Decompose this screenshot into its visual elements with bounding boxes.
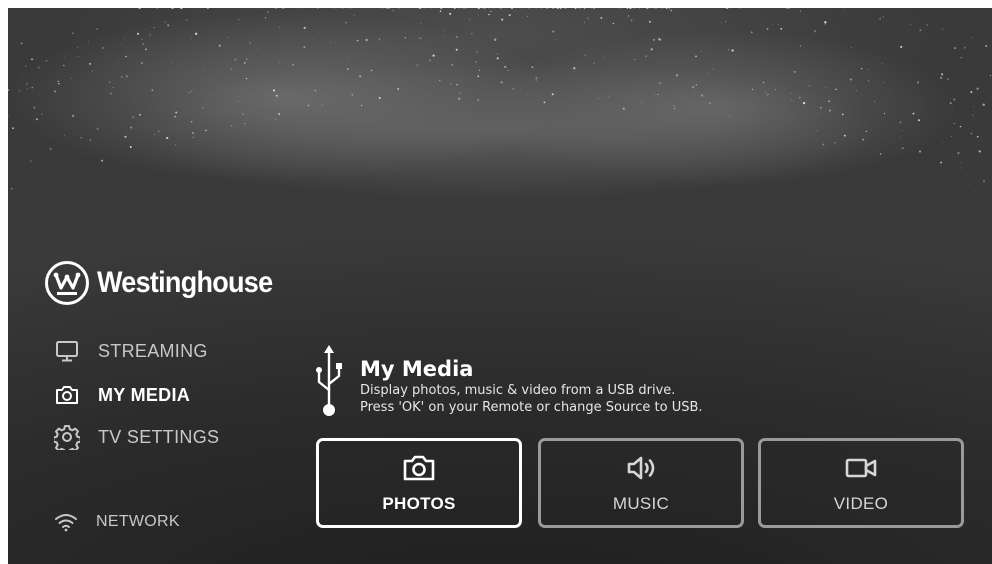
usb-icon: [316, 345, 342, 416]
video-tile[interactable]: VIDEO: [758, 438, 964, 528]
tile-label: MUSIC: [612, 494, 670, 513]
my-media-header: My Media Display photos, music & video f…: [312, 344, 703, 418]
tile-label: PHOTOS: [382, 494, 456, 513]
section-instruction: Press 'OK' on your Remote or change Sour…: [360, 400, 703, 415]
nav-item-label: TV SETTINGS: [98, 426, 220, 447]
nav-item-label: STREAMING: [98, 340, 208, 361]
wifi-icon: [55, 514, 77, 532]
music-tile[interactable]: MUSIC: [538, 438, 744, 528]
nav-item-label: NETWORK: [96, 513, 180, 530]
tv-home-screen: Westinghouse STREAMING MY MEDIA TV SETTI…: [8, 8, 992, 564]
nav-item-streaming[interactable]: STREAMING: [54, 338, 208, 364]
nav-item-label: MY MEDIA: [98, 384, 191, 405]
speaker-icon: [627, 456, 655, 480]
photos-tile[interactable]: PHOTOS: [316, 438, 522, 528]
nav-item-my-media[interactable]: MY MEDIA: [54, 382, 190, 408]
westinghouse-logo-icon: [45, 261, 89, 305]
tile-label: VIDEO: [833, 494, 889, 513]
nav-item-tv-settings[interactable]: TV SETTINGS: [54, 424, 219, 450]
brand-logo: Westinghouse: [44, 260, 292, 306]
camera-icon: [403, 455, 435, 481]
section-description: Display photos, music & video from a USB…: [360, 383, 676, 398]
nav-item-network[interactable]: NETWORK: [54, 512, 180, 532]
camera-icon: [56, 386, 78, 404]
gear-icon: [54, 425, 80, 450]
brand-name: Westinghouse: [97, 266, 273, 299]
video-camera-icon: [845, 458, 877, 478]
section-title: My Media: [360, 357, 474, 381]
tv-monitor-icon: [56, 341, 78, 362]
